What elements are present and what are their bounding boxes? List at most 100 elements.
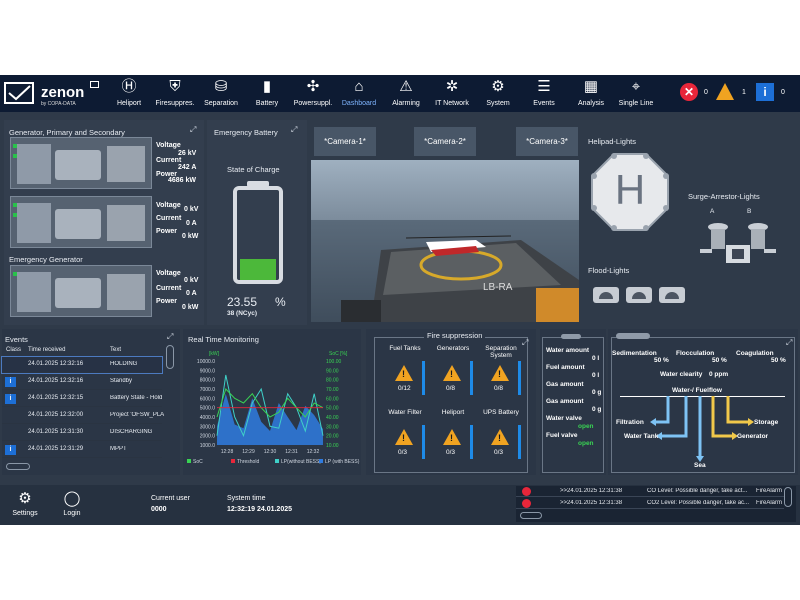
flow-title: Water-/ Fuelflow: [672, 387, 722, 394]
nav-powersupply[interactable]: ✣ Powersuppl.: [292, 75, 334, 112]
generator-2-power: 0 kW: [182, 233, 199, 240]
expand-icon[interactable]: ⤢: [291, 126, 299, 134]
nav-system[interactable]: ⚙ System: [484, 75, 512, 112]
nav-analysis[interactable]: ▦ Analysis: [576, 75, 606, 112]
col-time[interactable]: Time received: [28, 347, 65, 353]
flood-light-3[interactable]: [659, 287, 685, 303]
nav-label: Powersuppl.: [293, 100, 333, 107]
event-row[interactable]: 24.01.2025 12:32:16 HOLDING: [1, 356, 163, 374]
alarm-row[interactable]: >>24.01.2025 12:31:38 CO Level: Possible …: [516, 486, 784, 497]
mail-icon[interactable]: [90, 81, 99, 88]
voltage-label: Voltage: [156, 142, 181, 149]
helipad-light-indicator[interactable]: H: [590, 152, 670, 232]
nav-heliport[interactable]: Ⓗ Heliport: [113, 75, 145, 112]
event-text: MPPT: [110, 446, 127, 452]
error-alarm-icon[interactable]: ✕: [680, 83, 698, 101]
generator-image-1: [10, 137, 152, 189]
info-alarm-icon[interactable]: i: [756, 83, 774, 101]
fire-zone[interactable]: Fuel Tanks! 0/12: [382, 345, 428, 395]
flow-diagram: [650, 396, 754, 462]
logo-text: zenon: [41, 84, 85, 101]
event-text: HOLDING: [110, 361, 138, 367]
realtime-chart[interactable]: [kW] SoC [%] 10000.0 9000.0 8000.0 7000.0 6000…: [183, 343, 361, 473]
left-tick-label: 1000.0: [200, 443, 216, 449]
col-text[interactable]: Text: [110, 347, 121, 353]
event-time: 24.01.2025 12:32:15: [28, 395, 84, 401]
warning-alarm-icon[interactable]: [716, 83, 734, 100]
generator-1-current: 242 A: [178, 164, 197, 171]
current-user-value: 0000: [151, 506, 167, 513]
nav-battery[interactable]: ▮ Battery: [251, 75, 283, 112]
alarm-class: FireAlarm: [756, 500, 783, 506]
single-line-icon: ⌖: [631, 78, 641, 95]
camera-3-button[interactable]: *Camera-3*: [516, 127, 578, 156]
login-button[interactable]: ◯ Login: [58, 490, 86, 518]
legend-label: LP(without BESS): [281, 459, 321, 465]
camera-video-feed[interactable]: LB-RA: [311, 160, 579, 322]
nav-single-line[interactable]: ⌖ Single Line: [618, 75, 654, 112]
surge-label-a: A: [710, 208, 715, 215]
separation-icon: ⛁: [214, 78, 228, 95]
warning-icon: !: [491, 429, 509, 445]
fuel-row-value: 0 l: [592, 355, 600, 362]
alarm-hscrollbar[interactable]: [520, 512, 542, 519]
nav-separation[interactable]: ⛁ Separation: [202, 75, 240, 112]
user-icon: ◯: [63, 490, 81, 507]
fire-zone[interactable]: Separation System! 0/8: [478, 345, 524, 395]
alarm-icon: [522, 487, 531, 496]
event-text: Project 'OFSW_PLA: [110, 412, 165, 418]
soc-unit: %: [275, 295, 286, 309]
generator-panel: Generator, Primary and Secondary ⤢ Volta…: [4, 120, 204, 325]
right-tick-label: 100.00: [326, 359, 342, 365]
nav-dashboard[interactable]: ⌂ Dashboard: [340, 75, 378, 112]
event-row[interactable]: 24.01.2025 12:32:00 Project 'OFSW_PLA: [2, 408, 165, 424]
coagulation-label: Coagulation: [736, 350, 774, 357]
expand-icon[interactable]: ⤢: [786, 339, 794, 347]
col-class[interactable]: Class: [6, 347, 21, 353]
flood-light-1[interactable]: [593, 287, 619, 303]
fire-zone-value: 0/3: [398, 449, 408, 456]
event-row[interactable]: i 24.01.2025 12:32:15 Battery State - Hold: [2, 391, 162, 407]
surge-arrestor-icon[interactable]: [698, 221, 778, 265]
water-clearity-value: 0 ppm: [709, 371, 729, 378]
flood-light-2[interactable]: [626, 287, 652, 303]
events-scrollbar[interactable]: [166, 345, 174, 369]
expand-icon[interactable]: ⤢: [167, 333, 175, 341]
flocculation-value: 50 %: [712, 357, 727, 364]
fire-zone[interactable]: UPS Battery! 0/3: [478, 409, 524, 459]
fire-zone-bar: [518, 425, 521, 459]
helipad-marking: LB-RA: [483, 282, 513, 293]
fire-zone[interactable]: Water Filter! 0/3: [382, 409, 428, 459]
legend-swatch: [187, 459, 191, 463]
event-row[interactable]: 24.01.2025 12:31:30 DISCHARGING: [2, 425, 162, 441]
generator-flow-label: Generator: [737, 433, 769, 440]
legend-swatch: [319, 459, 323, 463]
warning-icon: !: [395, 429, 413, 445]
events-hscrollbar[interactable]: [6, 463, 30, 470]
alarm-list[interactable]: >>24.01.2025 12:31:38 CO Level: Possible …: [516, 486, 796, 522]
event-row[interactable]: i 24.01.2025 12:32:16 Standby: [2, 374, 162, 390]
settings-button[interactable]: ⚙ Settings: [10, 491, 40, 518]
alarm-scrollbar[interactable]: [784, 487, 792, 507]
nav-label: Analysis: [577, 100, 605, 107]
nav-alarming[interactable]: ⚠ Alarming: [388, 75, 424, 112]
fire-zone-value: 0/8: [446, 385, 456, 392]
generator-1-voltage: 26 kV: [178, 150, 197, 157]
nav-events[interactable]: ☰ Events: [530, 75, 558, 112]
nav-firesuppression[interactable]: ⛨ Firesuppres.: [153, 75, 197, 112]
camera-1-button[interactable]: *Camera-1*: [314, 127, 376, 156]
alarm-row[interactable]: >>24.01.2025 12:31:38 CO2 Level: Possible…: [516, 498, 784, 509]
event-row[interactable]: i 24.01.2025 12:31:29 MPPT: [2, 442, 162, 458]
nav-it-network[interactable]: ✲ IT Network: [433, 75, 471, 112]
camera-2-button[interactable]: *Camera-2*: [414, 127, 476, 156]
fire-zone[interactable]: Generators! 0/8: [430, 345, 476, 395]
expand-icon[interactable]: ⤢: [190, 126, 198, 134]
settings-label: Settings: [12, 510, 38, 517]
logo-subtext: by COPA-DATA: [41, 101, 76, 107]
gear-icon: ⚙: [491, 78, 505, 95]
emergency-power: 0 kW: [182, 304, 199, 311]
battery-title: Emergency Battery: [214, 128, 278, 137]
fuel-header-icon: [561, 334, 581, 339]
fire-zone[interactable]: Heliport! 0/3: [430, 409, 476, 459]
fuel-row-value: 0 l: [592, 372, 600, 379]
